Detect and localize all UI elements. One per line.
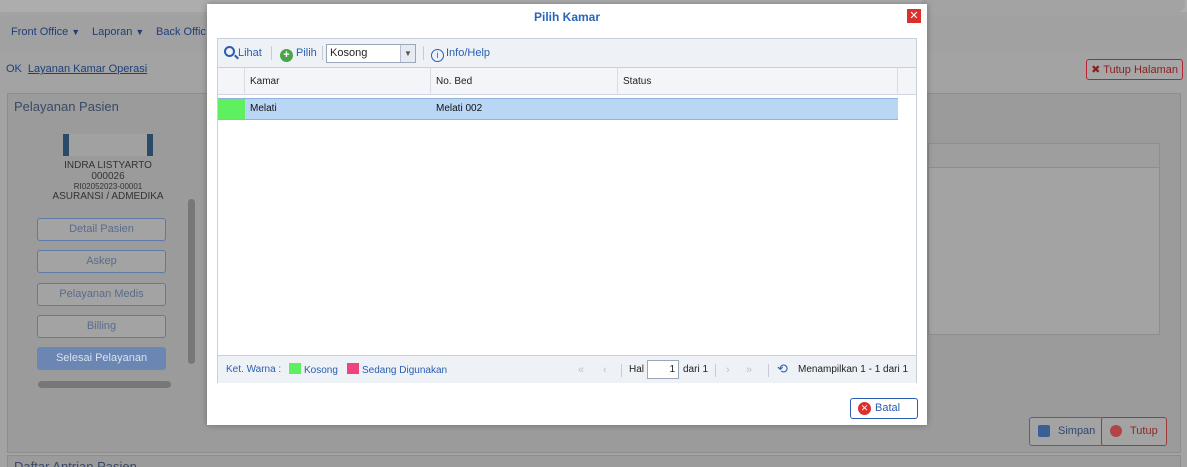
askep-button[interactable]: Askep [37,250,166,273]
pilih-label: Pilih [296,47,317,59]
menu-label: Back Offic [156,26,206,38]
last-page-icon[interactable]: » [746,363,752,377]
pelayanan-medis-button[interactable]: Pelayanan Medis [37,283,166,306]
pager-separator [715,364,716,377]
dialog-close-button[interactable]: ✕ [907,9,921,23]
toolbar-separator [423,46,424,60]
sidebar-horizontal-scrollbar[interactable] [38,381,171,388]
page-label: Hal [629,364,645,375]
breadcrumb-prefix: OK [6,63,22,75]
selesai-pelayanan-button[interactable]: Selesai Pelayanan [37,347,166,370]
legend-item-kosong: Kosong [289,363,338,377]
toolbar-separator [322,46,323,60]
close-label: Tutup [1130,425,1158,437]
legend-item-label: Kosong [304,365,338,376]
patient-name: INDRA LISTYARTO [64,160,152,171]
dialog-title: Pilih Kamar [533,10,601,24]
close-page-label: Tutup Halaman [1103,64,1178,76]
cancel-button[interactable]: ✕ Batal [850,398,918,419]
refresh-icon[interactable]: ⟲ [777,362,788,376]
info-help-label: Info/Help [446,47,491,59]
save-button[interactable]: Simpan [1029,417,1105,446]
add-icon: + [280,49,293,62]
table-row[interactable]: Melati Melati 002 [218,98,898,120]
breadcrumb: OK Layanan Kamar Operasi [6,63,147,75]
queue-panel-title: Daftar Antrian Pasien [14,459,137,467]
legend-item-label: Sedang Digunakan [362,365,448,376]
color-column-header [218,68,245,95]
menu-label: Front Office [11,26,69,38]
billing-button[interactable]: Billing [37,315,166,338]
pager-separator [768,364,769,377]
dialog-body: Lihat + Pilih Kosong ▼ i Info/Help Kamar N… [217,38,917,383]
cell-status [618,99,898,119]
grid-footer: Ket. Warna : Kosong Sedang Digunakan « ‹… [218,355,916,383]
next-page-icon[interactable]: › [726,363,730,377]
page-number-input[interactable]: 1 [647,360,679,379]
menu-laporan[interactable]: Laporan ▼ [92,26,144,38]
column-header-status[interactable]: Status [618,68,898,95]
status-filter-select[interactable]: Kosong ▼ [326,44,416,63]
menu-front-office[interactable]: Front Office ▼ [11,26,80,38]
patient-card: INDRA LISTYARTO 000026 RI02052023-00001 … [38,134,178,202]
chevron-down-icon[interactable]: ▼ [400,45,415,62]
grid-header: Kamar No. Bed Status [218,68,916,95]
prev-page-icon[interactable]: ‹ [603,363,607,377]
column-header-kamar[interactable]: Kamar [245,68,431,95]
first-page-icon[interactable]: « [578,363,584,377]
chevron-down-icon: ▼ [71,27,81,37]
legend-swatch [289,363,301,374]
pager-separator [621,364,622,377]
column-header-no-bed[interactable]: No. Bed [431,68,618,95]
patient-number: 000026 [91,171,125,182]
lihat-label: Lihat [238,47,262,59]
chevron-down-icon: ▼ [135,27,145,37]
toolbar-separator [271,46,272,60]
legend-swatch [347,363,359,374]
menu-back-office[interactable]: Back Offic [156,26,206,38]
info-icon: i [431,49,444,62]
status-filter-value: Kosong [330,47,368,59]
patient-photo [63,134,153,156]
close-icon [1110,425,1122,437]
save-icon [1038,425,1050,437]
cell-no-bed: Melati 002 [436,103,483,114]
grid-toolbar: Lihat + Pilih Kosong ▼ i Info/Help [218,39,916,68]
pilih-kamar-dialog: Pilih Kamar ✕ Lihat + Pilih Kosong ▼ i Inf… [207,4,927,425]
patient-registration: RI02052023-00001 [73,182,143,191]
row-color-indicator [218,99,245,119]
menu-label: Laporan [92,26,133,38]
grid-scrollbar[interactable] [899,95,916,355]
cancel-icon: ✕ [858,402,871,415]
close-icon: ✖ [1091,64,1101,76]
close-button[interactable]: Tutup [1101,417,1167,446]
cancel-label: Batal [875,402,901,414]
paging-summary: Menampilkan 1 - 1 dari 1 [798,364,909,375]
detail-pasien-button[interactable]: Detail Pasien [37,218,166,241]
lihat-button[interactable]: Lihat [224,45,262,61]
patient-insurance: ASURANSI / ADMEDIKA [52,191,164,202]
page-total: dari 1 [683,364,709,375]
pilih-button[interactable]: + Pilih [280,45,317,62]
breadcrumb-link[interactable]: Layanan Kamar Operasi [28,63,147,75]
panel-title: Pelayanan Pasien [14,99,119,114]
legend-label: Ket. Warna : [226,364,282,375]
cell-kamar: Melati [250,103,277,114]
content-panel [928,143,1160,335]
legend-item-sedang-digunakan: Sedang Digunakan [347,363,447,377]
save-label: Simpan [1058,425,1096,437]
sidebar-vertical-scrollbar[interactable] [188,199,195,364]
close-page-button[interactable]: ✖ Tutup Halaman [1086,59,1183,80]
room-grid: Kamar No. Bed Status Melati Melati 002 [218,68,916,355]
queue-panel: Daftar Antrian Pasien [7,455,1181,467]
info-help-button[interactable]: i Info/Help [431,45,491,62]
search-icon [224,46,235,57]
